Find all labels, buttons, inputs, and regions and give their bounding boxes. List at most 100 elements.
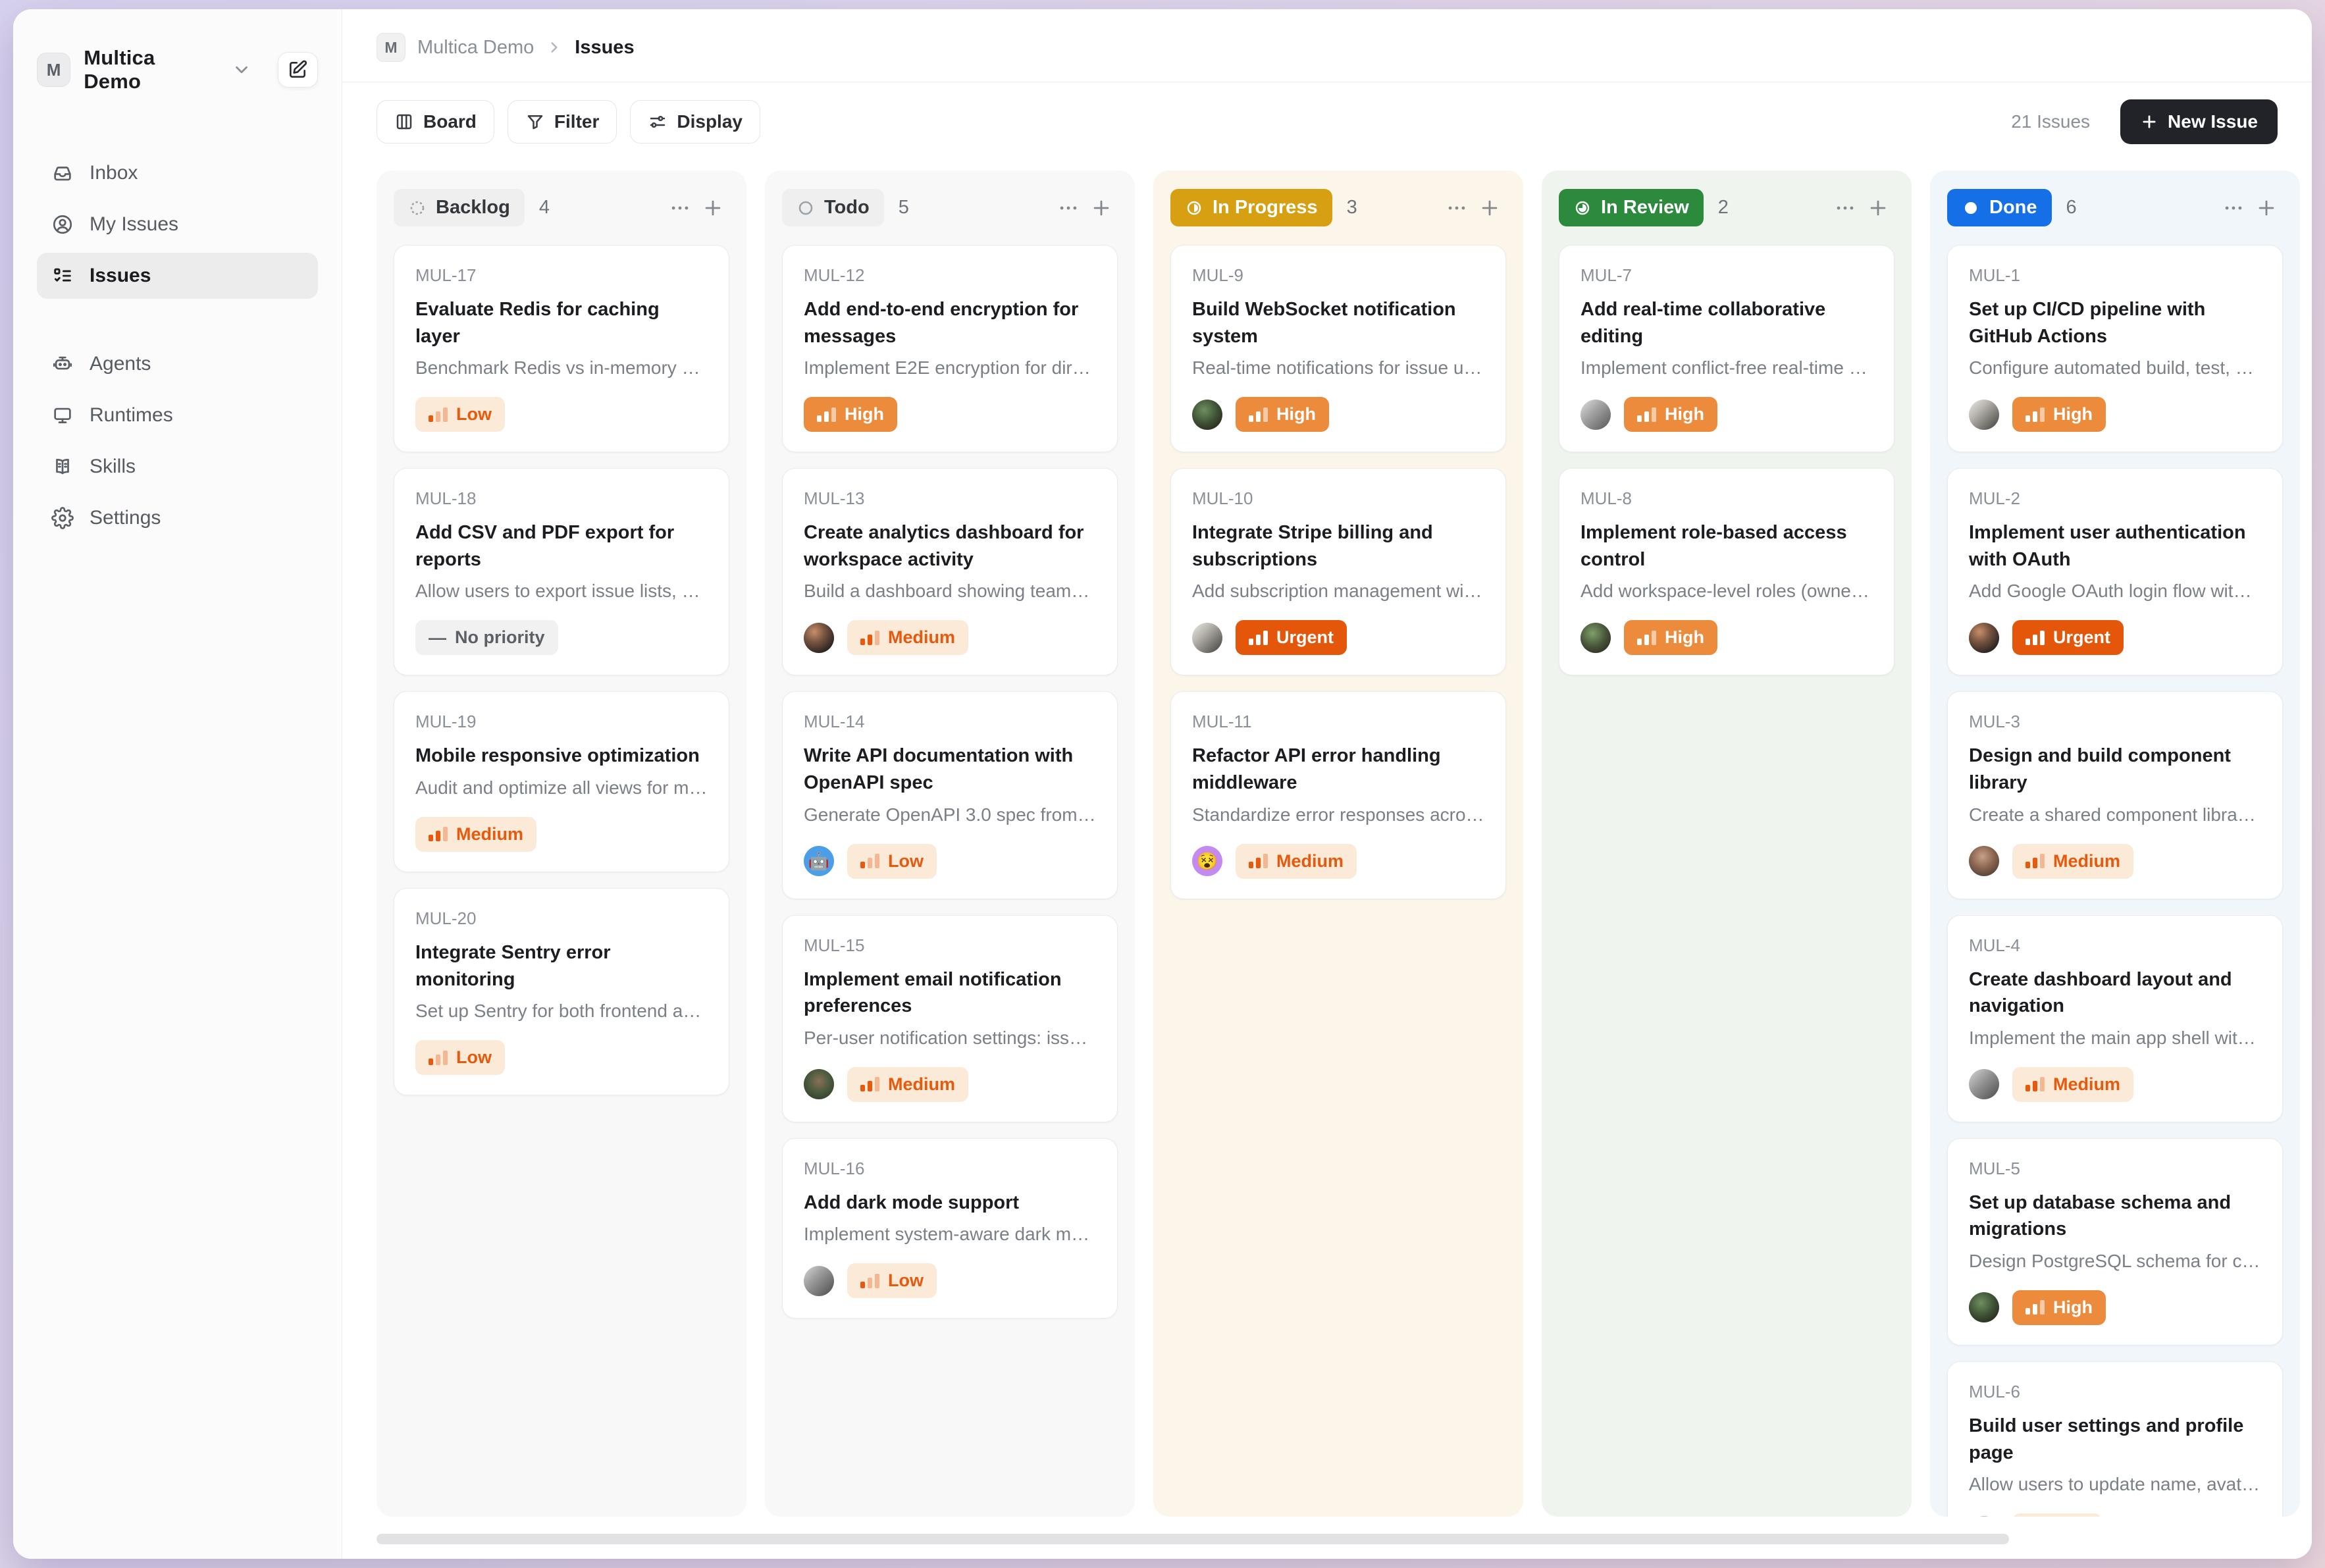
display-button[interactable]: Display	[630, 100, 760, 144]
issue-card[interactable]: MUL-12 Add end-to-end encryption for mes…	[782, 245, 1118, 452]
board-column-todo: Todo 5 MUL-12 Add end-to-end encryption …	[765, 170, 1135, 1517]
avatar	[1969, 1516, 1999, 1517]
filter-button[interactable]: Filter	[508, 100, 617, 144]
sidebar-item-agents[interactable]: Agents	[37, 341, 318, 387]
workspace-switcher[interactable]: M Multica Demo	[37, 46, 318, 93]
card-footer: — No priority	[415, 620, 708, 655]
checklist-icon	[51, 265, 74, 287]
app-window: M Multica Demo Inbox My Issues Issues Agen…	[13, 9, 2312, 1559]
half-circle-progress-icon	[1185, 199, 1203, 217]
issue-card[interactable]: MUL-15 Implement email notification pref…	[782, 915, 1118, 1122]
card-footer: High	[804, 397, 1096, 432]
priority-label: High	[2053, 404, 2093, 425]
avatar	[804, 623, 834, 653]
column-menu-button[interactable]	[1052, 192, 1085, 224]
column-add-button[interactable]	[2250, 192, 2283, 224]
card-footer: Low	[804, 1263, 1096, 1298]
column-add-button[interactable]	[696, 192, 729, 224]
priority-label: High	[2053, 1297, 2093, 1318]
column-header: Todo 5	[782, 189, 1118, 226]
column-menu-button[interactable]	[1829, 192, 1862, 224]
ellipsis-icon	[1446, 197, 1468, 219]
priority-badge: Low	[415, 397, 505, 432]
column-menu-button[interactable]	[664, 192, 696, 224]
issue-card[interactable]: MUL-11 Refactor API error handling middl…	[1170, 691, 1506, 899]
avatar	[804, 1266, 834, 1296]
sidebar: M Multica Demo Inbox My Issues Issues Agen…	[13, 9, 342, 1559]
card-id: MUL-5	[1969, 1159, 2261, 1179]
issue-card[interactable]: MUL-3 Design and build component library…	[1947, 691, 2283, 899]
column-add-button[interactable]	[1862, 192, 1894, 224]
sidebar-item-my-issues[interactable]: My Issues	[37, 201, 318, 248]
board-view-button[interactable]: Board	[377, 100, 494, 144]
card-id: MUL-7	[1580, 265, 1873, 286]
avatar	[1192, 623, 1222, 653]
priority-badge: Urgent	[1236, 620, 1347, 655]
sidebar-item-label: Skills	[90, 456, 136, 478]
priority-bars-icon	[429, 407, 448, 422]
breadcrumb-workspace-avatar: M	[377, 33, 405, 62]
avatar	[1192, 400, 1222, 430]
issue-card[interactable]: MUL-14 Write API documentation with Open…	[782, 691, 1118, 899]
new-issue-button[interactable]: New Issue	[2120, 99, 2278, 144]
issue-card[interactable]: MUL-5 Set up database schema and migrati…	[1947, 1138, 2283, 1346]
column-count: 5	[899, 197, 909, 219]
new-issue-label: New Issue	[2168, 111, 2258, 132]
priority-label: Medium	[888, 627, 955, 648]
user-icon	[51, 213, 74, 236]
sidebar-item-settings[interactable]: Settings	[37, 495, 318, 541]
priority-badge: Low	[847, 1263, 937, 1298]
card-description: Real-time notifications for issue update…	[1192, 357, 1484, 379]
avatar	[1969, 1292, 1999, 1322]
sidebar-item-inbox[interactable]: Inbox	[37, 150, 318, 196]
card-footer: Urgent	[1192, 620, 1484, 655]
sidebar-item-runtimes[interactable]: Runtimes	[37, 392, 318, 438]
sidebar-item-label: Agents	[90, 353, 151, 375]
issue-card[interactable]: MUL-17 Evaluate Redis for caching layer …	[394, 245, 729, 452]
priority-badge: Low	[415, 1040, 505, 1075]
column-label: In Progress	[1213, 197, 1318, 219]
card-description: Implement conflict-free real-time editin…	[1580, 357, 1873, 379]
board-column-done: Done 6 MUL-1 Set up CI/CD pipeline with …	[1930, 170, 2300, 1517]
issue-card[interactable]: MUL-7 Add real-time collaborative editin…	[1559, 245, 1894, 452]
horizontal-scrollbar[interactable]	[377, 1534, 2009, 1544]
card-description: Implement E2E encryption for direct…	[804, 357, 1096, 379]
breadcrumb-workspace[interactable]: Multica Demo	[417, 37, 534, 59]
issue-card[interactable]: MUL-18 Add CSV and PDF export for report…	[394, 468, 729, 675]
issue-card[interactable]: MUL-19 Mobile responsive optimization Au…	[394, 691, 729, 872]
issues-count: 21 Issues	[2011, 111, 2090, 132]
board-view-label: Board	[423, 111, 477, 132]
issue-card[interactable]: MUL-1 Set up CI/CD pipeline with GitHub …	[1947, 245, 2283, 452]
clock-pie-icon	[1573, 199, 1592, 217]
column-label: Todo	[824, 197, 870, 219]
card-footer: Medium	[415, 817, 708, 852]
issue-card[interactable]: MUL-20 Integrate Sentry error monitoring…	[394, 888, 729, 1095]
card-footer: 😵 Medium	[1192, 844, 1484, 879]
sidebar-item-issues[interactable]: Issues	[37, 253, 318, 299]
book-icon	[51, 456, 74, 478]
card-footer: High	[1969, 397, 2261, 432]
column-add-button[interactable]	[1085, 192, 1118, 224]
card-id: MUL-6	[1969, 1382, 2261, 1402]
column-add-button[interactable]	[1473, 192, 1506, 224]
plus-icon	[2255, 197, 2278, 219]
compose-button[interactable]	[278, 52, 318, 88]
issue-card[interactable]: MUL-16 Add dark mode support Implement s…	[782, 1138, 1118, 1319]
issue-card[interactable]: MUL-9 Build WebSocket notification syste…	[1170, 245, 1506, 452]
column-menu-button[interactable]	[2217, 192, 2250, 224]
priority-label: Low	[456, 1047, 492, 1068]
card-footer: Medium	[804, 620, 1096, 655]
column-menu-button[interactable]	[1440, 192, 1473, 224]
priority-bars-icon	[1637, 631, 1656, 645]
issue-card[interactable]: MUL-8 Implement role-based access contro…	[1559, 468, 1894, 675]
card-footer: High	[1192, 397, 1484, 432]
card-footer: High	[1580, 620, 1873, 655]
issue-card[interactable]: MUL-4 Create dashboard layout and naviga…	[1947, 915, 2283, 1122]
card-description: Build a dashboard showing team…	[804, 581, 1096, 602]
issue-card[interactable]: MUL-10 Integrate Stripe billing and subs…	[1170, 468, 1506, 675]
issue-card[interactable]: MUL-13 Create analytics dashboard for wo…	[782, 468, 1118, 675]
priority-label: Medium	[1276, 851, 1344, 872]
sidebar-item-skills[interactable]: Skills	[37, 444, 318, 490]
issue-card[interactable]: MUL-2 Implement user authentication with…	[1947, 468, 2283, 675]
issue-card[interactable]: MUL-6 Build user settings and profile pa…	[1947, 1361, 2283, 1517]
